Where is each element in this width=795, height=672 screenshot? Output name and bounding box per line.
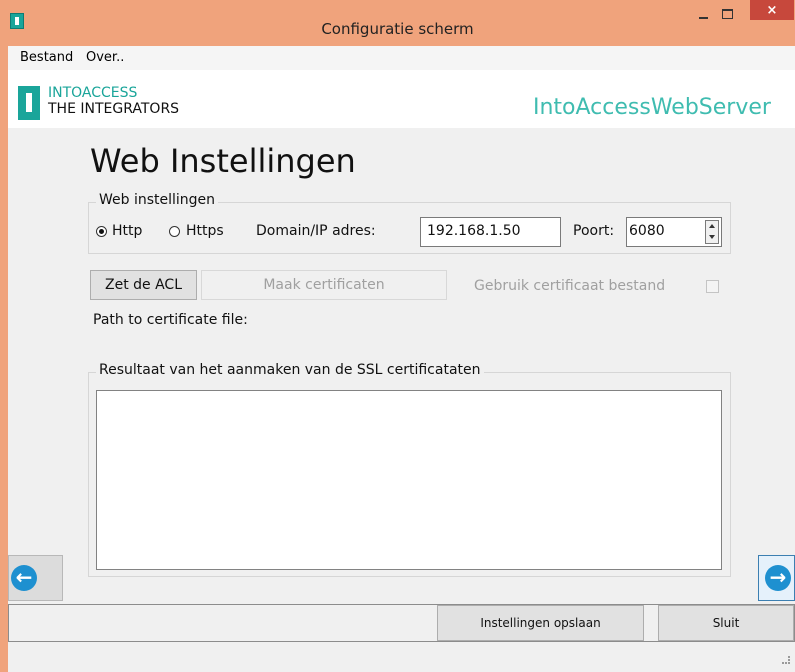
domain-label: Domain/IP adres: xyxy=(256,223,376,239)
spin-down-icon[interactable] xyxy=(709,235,715,239)
next-button[interactable]: → xyxy=(758,555,795,601)
server-title: IntoAccessWebServer xyxy=(533,95,771,120)
maximize-button[interactable] xyxy=(722,9,733,19)
previous-button[interactable]: ← xyxy=(8,555,63,601)
window-title: Configuratie scherm xyxy=(321,20,474,38)
use-cert-file-label: Gebruik certificaat bestand xyxy=(474,278,666,294)
header-band: INTOACCESS THE INTEGRATORS IntoAccessWeb… xyxy=(8,70,795,128)
minimize-button[interactable] xyxy=(699,8,711,22)
use-cert-file-checkbox[interactable] xyxy=(706,280,719,293)
result-textarea[interactable] xyxy=(96,390,722,570)
arrow-right-icon: → xyxy=(765,565,791,591)
arrow-left-icon: ← xyxy=(11,565,37,591)
close-button[interactable]: × xyxy=(750,0,794,20)
web-settings-legend: Web instellingen xyxy=(96,192,219,208)
save-settings-button[interactable]: Instellingen opslaan xyxy=(437,605,644,641)
logo-line-1: INTOACCESS xyxy=(48,85,138,101)
page-title: Web Instellingen xyxy=(90,142,356,180)
title-bar[interactable]: Configuratie scherm × xyxy=(0,0,795,46)
spin-up-icon[interactable] xyxy=(709,224,715,228)
make-certificates-button[interactable]: Maak certificaten xyxy=(201,270,447,300)
menu-bar: Bestand Over.. xyxy=(8,46,795,70)
logo-icon xyxy=(18,86,40,120)
result-legend: Resultaat van het aanmaken van de SSL ce… xyxy=(96,362,484,378)
http-radio-label[interactable]: Http xyxy=(112,223,142,239)
window-client: Bestand Over.. INTOACCESS THE INTEGRATOR… xyxy=(8,46,795,672)
http-radio[interactable] xyxy=(96,226,107,237)
resize-grip-icon[interactable] xyxy=(782,656,790,664)
https-radio-label[interactable]: Https xyxy=(186,223,224,239)
spinner-icon[interactable] xyxy=(705,220,719,244)
close-window-button[interactable]: Sluit xyxy=(658,605,794,641)
menu-bestand[interactable]: Bestand xyxy=(20,50,73,65)
footer-bar: Instellingen opslaan Sluit xyxy=(8,604,795,642)
port-label: Poort: xyxy=(573,223,615,239)
certificate-path-label: Path to certificate file: xyxy=(93,312,248,328)
logo-line-2: THE INTEGRATORS xyxy=(48,101,180,117)
menu-over[interactable]: Over.. xyxy=(86,50,124,65)
https-radio[interactable] xyxy=(169,226,180,237)
domain-input[interactable]: 192.168.1.50 xyxy=(420,217,561,247)
set-acl-button[interactable]: Zet de ACL xyxy=(90,270,197,300)
